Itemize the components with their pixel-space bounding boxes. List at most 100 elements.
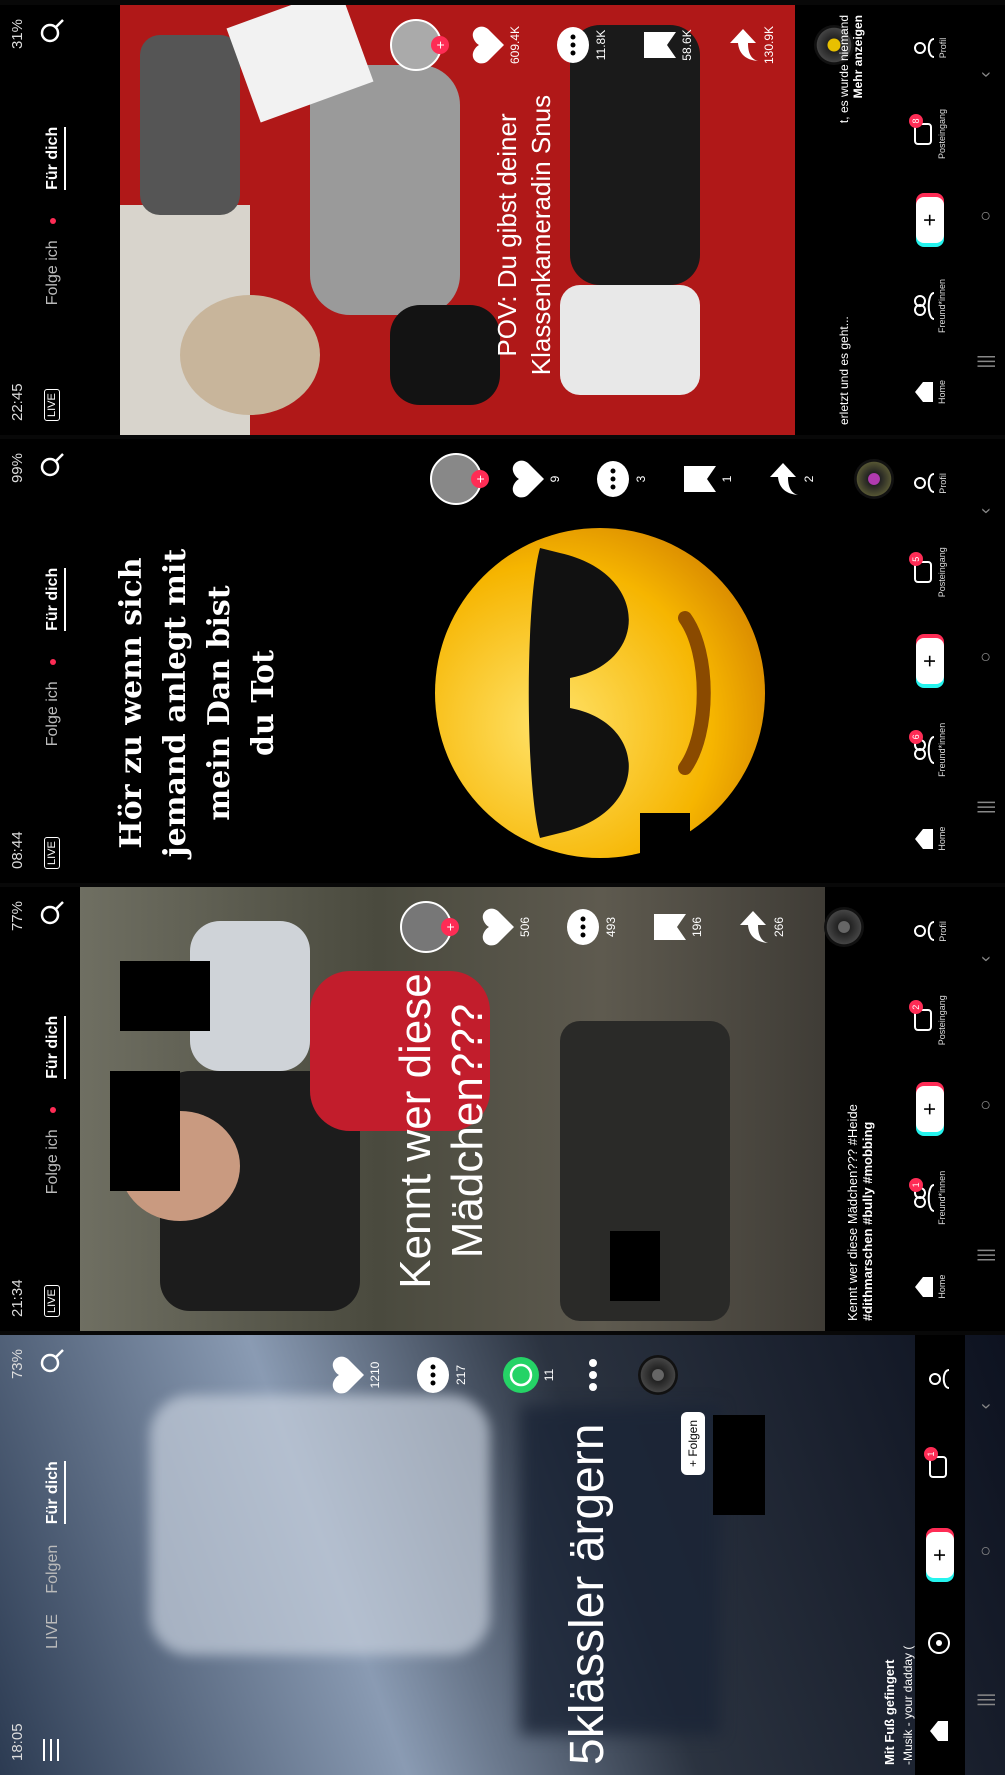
nav-profile[interactable]: Profil [912, 18, 948, 78]
nav-inbox[interactable]: Posteingang 5 [909, 542, 947, 602]
tiktok-screen-4: 22:45 31% LIVE Folge ich Für dich POV: D… [0, 5, 1005, 435]
follow-plus-icon[interactable]: + [441, 918, 459, 936]
search-icon[interactable] [38, 1347, 66, 1375]
back-button[interactable]: ‹ [975, 956, 996, 962]
nav-home[interactable]: Home [913, 362, 947, 422]
video-overlay-text: Kennt wer diese Mädchen??? [391, 973, 492, 1289]
nav-create[interactable]: + [916, 1079, 944, 1139]
like-count: 9 [548, 475, 562, 483]
more-icon [589, 1359, 597, 1391]
nav-inbox[interactable]: Posteingang 2 [909, 990, 947, 1050]
nav-friends[interactable]: Freund*innen 6 [909, 720, 947, 780]
share-button[interactable]: 130.9K [728, 13, 814, 77]
nav-home-label: Home [937, 1274, 947, 1299]
follow-plus-icon[interactable]: + [471, 470, 489, 488]
like-count: 609.4K [508, 25, 522, 65]
nav-friends[interactable]: Freund*innen 1 [909, 1168, 947, 1228]
nav-friends[interactable]: Freund*innen [913, 276, 947, 336]
nav-friends[interactable] [927, 1613, 953, 1673]
caption-line-1: Kennt wer diese Mädchen??? #Heide [845, 1104, 860, 1321]
nav-friends-label: Freund*innen [937, 278, 947, 334]
comment-button[interactable]: 11.8K [556, 13, 642, 77]
creator-avatar[interactable]: + [430, 447, 510, 511]
nav-profile[interactable]: Profil [912, 901, 948, 961]
save-button[interactable]: 196 [652, 895, 738, 959]
tab-for-you[interactable]: Für dich [44, 567, 66, 631]
bookmark-icon [684, 466, 716, 492]
nav-profile[interactable] [927, 1349, 953, 1409]
save-count: 196 [690, 916, 704, 938]
follow-plus-icon[interactable]: + [431, 36, 449, 54]
like-button[interactable]: 1210 [330, 1343, 416, 1407]
nav-create[interactable]: + [916, 631, 944, 691]
inbox-badge: 8 [909, 114, 923, 128]
recents-button[interactable]: ||| [975, 354, 996, 368]
search-icon[interactable] [38, 899, 66, 927]
tab-for-you[interactable]: Für dich [44, 1461, 66, 1525]
like-button[interactable]: 609.4K [470, 13, 556, 77]
music-disc[interactable] [638, 1343, 724, 1407]
caption-left: erletzt und es geht... [837, 316, 851, 425]
share-button[interactable]: 2 [768, 447, 854, 511]
home-system-button[interactable]: ○ [975, 211, 996, 222]
back-button[interactable]: ‹ [975, 1403, 996, 1409]
share-button[interactable]: 266 [738, 895, 824, 959]
share-arrow-icon [770, 463, 798, 495]
back-button[interactable]: ‹ [975, 72, 996, 78]
profile-icon [914, 921, 935, 942]
like-count: 1210 [368, 1361, 382, 1389]
tab-for-you[interactable]: Für dich [44, 126, 66, 190]
comment-button[interactable]: 217 [416, 1343, 502, 1407]
nav-create[interactable]: + [916, 190, 944, 250]
tab-following[interactable]: Folge ich [44, 651, 61, 754]
system-nav: ||| ○ ‹ [965, 439, 1005, 883]
comment-button[interactable]: 3 [596, 447, 682, 511]
home-icon [915, 1276, 933, 1297]
share-arrow-icon [740, 911, 768, 943]
save-button[interactable]: 58.6K [642, 13, 728, 77]
following-label: Folge ich [44, 1129, 61, 1195]
home-system-button[interactable]: ○ [975, 652, 996, 663]
home-system-button[interactable]: ○ [975, 1546, 996, 1557]
tab-following[interactable]: Folge ich [44, 210, 61, 313]
creator-avatar[interactable]: + [400, 895, 480, 959]
more-button[interactable] [588, 1343, 638, 1407]
recents-button[interactable]: ||| [975, 1248, 996, 1262]
search-icon[interactable] [38, 17, 66, 45]
creator-avatar[interactable]: + [390, 13, 470, 77]
follow-button[interactable]: + Folgen [681, 1411, 705, 1475]
share-count: 11 [542, 1368, 556, 1382]
nav-profile[interactable]: Profil [912, 453, 948, 513]
following-label: Folge ich [44, 681, 61, 747]
comment-button[interactable]: 493 [566, 895, 652, 959]
avatar: + [390, 19, 449, 71]
tab-for-you[interactable]: Für dich [44, 1015, 66, 1079]
share-button[interactable]: 11 [502, 1343, 588, 1407]
nav-home[interactable] [928, 1701, 952, 1761]
nav-home[interactable]: Home [913, 809, 947, 869]
like-button[interactable]: 506 [480, 895, 566, 959]
save-button[interactable]: 1 [682, 447, 768, 511]
tab-live[interactable]: LIVE [44, 1614, 61, 1649]
comment-icon [597, 461, 629, 497]
nav-inbox[interactable]: Posteingang 8 [909, 104, 947, 164]
search-icon[interactable] [38, 451, 66, 479]
notification-dot [49, 218, 56, 225]
recents-button[interactable]: ||| [975, 800, 996, 814]
heart-icon [482, 908, 514, 946]
nav-profile-label: Profil [938, 37, 948, 59]
like-button[interactable]: 9 [510, 447, 596, 511]
back-button[interactable]: ‹ [975, 508, 996, 514]
tiktok-screen-3: 08:44 99% LIVE Folge ich Für dich Hör zu… [0, 439, 1005, 883]
nav-home[interactable]: Home [913, 1257, 947, 1317]
home-icon [930, 1721, 948, 1741]
tab-following[interactable]: Folge ich [44, 1099, 61, 1202]
following-label: Folge ich [44, 240, 61, 306]
nav-create[interactable]: + [926, 1525, 954, 1585]
home-system-button[interactable]: ○ [975, 1100, 996, 1111]
nav-inbox[interactable]: 1 [924, 1437, 952, 1497]
show-more-link[interactable]: Mehr anzeigen [851, 15, 865, 98]
recents-button[interactable]: ||| [975, 1693, 996, 1707]
nav-inbox-label: Posteingang [937, 995, 947, 1046]
tab-following[interactable]: Folgen [44, 1545, 61, 1594]
